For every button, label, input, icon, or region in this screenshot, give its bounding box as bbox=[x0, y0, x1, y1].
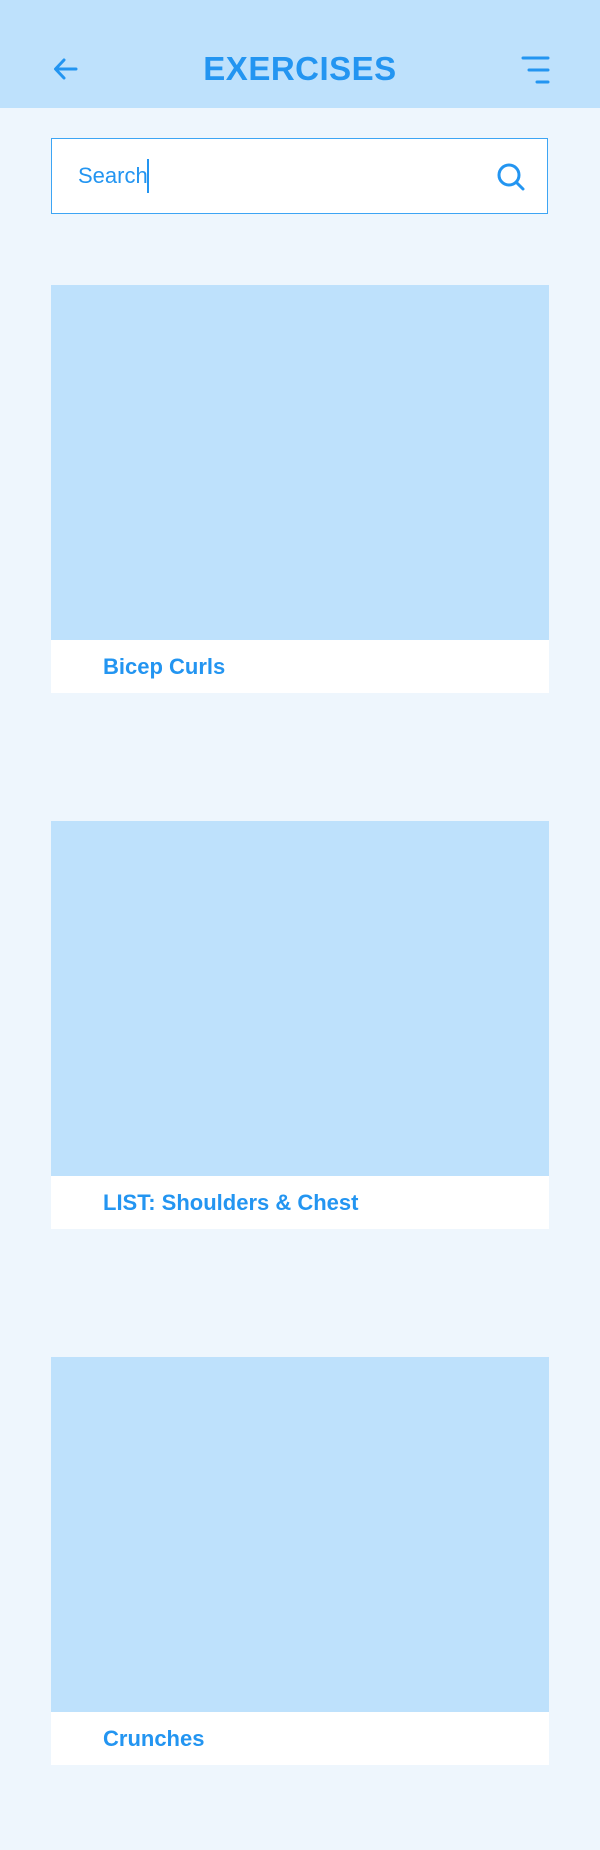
exercise-card[interactable]: Crunches bbox=[51, 1357, 549, 1765]
card-footer: LIST: Shoulders & Chest bbox=[51, 1176, 549, 1229]
page-title: EXERCISES bbox=[203, 50, 397, 87]
exercise-image-placeholder bbox=[51, 285, 549, 640]
search-button[interactable] bbox=[495, 161, 527, 193]
exercise-image-placeholder bbox=[51, 821, 549, 1176]
exercise-title: Crunches bbox=[103, 1726, 205, 1751]
search-input[interactable] bbox=[78, 157, 478, 195]
card-footer: Bicep Curls bbox=[51, 640, 549, 693]
search-bar bbox=[51, 138, 548, 214]
exercise-image-placeholder bbox=[51, 1357, 549, 1712]
exercise-card[interactable]: Bicep Curls bbox=[51, 285, 549, 693]
text-caret bbox=[147, 159, 149, 193]
exercise-card[interactable]: LIST: Shoulders & Chest bbox=[51, 821, 549, 1229]
search-icon bbox=[497, 163, 525, 191]
exercise-title: LIST: Shoulders & Chest bbox=[103, 1190, 359, 1215]
app-header: EXERCISES bbox=[0, 0, 600, 108]
menu-icon bbox=[521, 56, 550, 84]
card-footer: Crunches bbox=[51, 1712, 549, 1765]
exercise-title: Bicep Curls bbox=[103, 654, 226, 679]
menu-button[interactable] bbox=[518, 54, 552, 86]
